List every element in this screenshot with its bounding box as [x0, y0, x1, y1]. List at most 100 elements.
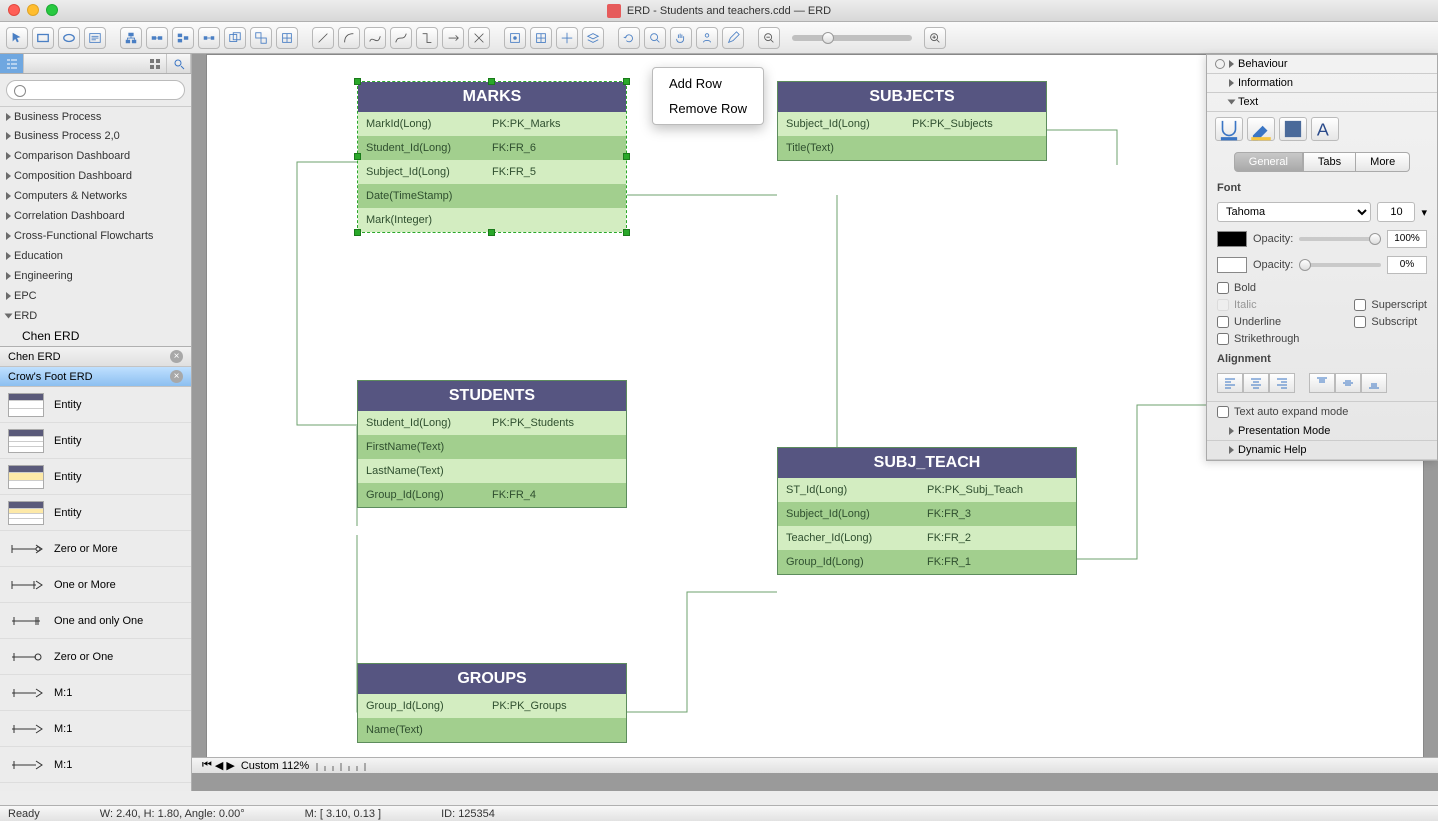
entity-students[interactable]: STUDENTS Student_Id(Long)PK:PK_Students … — [357, 380, 627, 508]
font-color-icon[interactable]: A — [1311, 117, 1339, 141]
shape-entity[interactable]: Entity — [0, 387, 191, 423]
chain-tool-icon[interactable] — [146, 27, 168, 49]
zoom-out-icon[interactable] — [758, 27, 780, 49]
valign-bottom-icon[interactable] — [1361, 373, 1387, 393]
shape-entity[interactable]: Entity — [0, 423, 191, 459]
menu-remove-row[interactable]: Remove Row — [653, 96, 763, 121]
search-tool-icon[interactable] — [644, 27, 666, 49]
section-information[interactable]: Information — [1207, 74, 1437, 93]
shape-connector[interactable]: Zero or More — [0, 531, 191, 567]
refresh-tool-icon[interactable] — [618, 27, 640, 49]
zoom-slider[interactable] — [792, 35, 912, 41]
minimize-icon[interactable] — [27, 4, 39, 16]
close-icon[interactable]: × — [170, 350, 183, 363]
bezier-tool-icon[interactable] — [390, 27, 412, 49]
stroke-opacity-slider[interactable] — [1299, 263, 1381, 267]
tree-item[interactable]: Business Process — [0, 106, 191, 126]
close-icon[interactable] — [8, 4, 20, 16]
italic-checkbox[interactable]: Italic — [1217, 299, 1299, 311]
tree-item[interactable]: Business Process 2,0 — [0, 126, 191, 146]
tree-item[interactable]: Education — [0, 246, 191, 266]
arc-tool-icon[interactable] — [338, 27, 360, 49]
highlight-icon[interactable] — [1247, 117, 1275, 141]
shape-connector[interactable]: One or More — [0, 567, 191, 603]
superscript-checkbox[interactable]: Superscript — [1354, 299, 1427, 311]
sidebar-tab-grid-icon[interactable] — [143, 54, 167, 73]
line-tool-icon[interactable] — [312, 27, 334, 49]
zoom-label[interactable]: Custom 112% — [235, 760, 315, 772]
fill-icon[interactable] — [1279, 117, 1307, 141]
tab-more[interactable]: More — [1356, 152, 1410, 172]
grid-tool-icon[interactable] — [530, 27, 552, 49]
sidebar-tab-tree-icon[interactable] — [0, 54, 24, 73]
tab-general[interactable]: General — [1234, 152, 1303, 172]
tree-item-erd[interactable]: ERD — [0, 306, 191, 326]
align-tool-icon[interactable] — [172, 27, 194, 49]
connector3-tool-icon[interactable] — [468, 27, 490, 49]
nav-next-icon[interactable]: ▶ — [226, 759, 234, 772]
group-tool-icon[interactable] — [224, 27, 246, 49]
underline-checkbox[interactable]: Underline — [1217, 316, 1299, 328]
stroke-swatch[interactable] — [1217, 257, 1247, 273]
entity-subj-teach[interactable]: SUBJ_TEACH ST_Id(Long)PK:PK_Subj_Teach S… — [777, 447, 1077, 575]
section-help[interactable]: Dynamic Help — [1207, 441, 1437, 460]
snap-tool-icon[interactable] — [504, 27, 526, 49]
font-size-input[interactable] — [1377, 202, 1415, 222]
tree-item[interactable]: Engineering — [0, 266, 191, 286]
align-right-icon[interactable] — [1269, 373, 1295, 393]
rect-tool-icon[interactable] — [32, 27, 54, 49]
shape-entity[interactable]: Entity — [0, 495, 191, 531]
connector-tool-icon[interactable] — [416, 27, 438, 49]
guide-tool-icon[interactable] — [556, 27, 578, 49]
ungroup-tool-icon[interactable] — [250, 27, 272, 49]
edit-tool-icon[interactable] — [722, 27, 744, 49]
valign-top-icon[interactable] — [1309, 373, 1335, 393]
tree-item[interactable]: Comparison Dashboard — [0, 146, 191, 166]
shape-connector[interactable]: M:1 — [0, 711, 191, 747]
ellipse-tool-icon[interactable] — [58, 27, 80, 49]
sidebar-tab-search-icon[interactable] — [167, 54, 191, 73]
tab-tabs[interactable]: Tabs — [1303, 152, 1356, 172]
tree-item[interactable]: Cross-Functional Flowcharts — [0, 226, 191, 246]
tree-tool-icon[interactable] — [120, 27, 142, 49]
align-left-icon[interactable] — [1217, 373, 1243, 393]
spline-tool-icon[interactable] — [364, 27, 386, 49]
tree-item[interactable]: EPC — [0, 286, 191, 306]
entity-marks[interactable]: MARKS MarkId(Long)PK:PK_Marks Student_Id… — [357, 81, 627, 233]
autoexpand-checkbox[interactable]: Text auto expand mode — [1217, 406, 1348, 418]
zoom-in-icon[interactable] — [924, 27, 946, 49]
zoom-icon[interactable] — [46, 4, 58, 16]
section-text[interactable]: Text — [1207, 93, 1437, 112]
valign-middle-icon[interactable] — [1335, 373, 1361, 393]
dropdown-icon[interactable]: ▾ — [1421, 206, 1427, 219]
text-tool-icon[interactable] — [84, 27, 106, 49]
pointer-tool-icon[interactable] — [6, 27, 28, 49]
connector2-tool-icon[interactable] — [442, 27, 464, 49]
align-center-icon[interactable] — [1243, 373, 1269, 393]
close-icon[interactable]: × — [170, 370, 183, 383]
person-tool-icon[interactable] — [696, 27, 718, 49]
section-presentation[interactable]: Presentation Mode — [1207, 422, 1437, 441]
tree-item[interactable]: Computers & Networks — [0, 186, 191, 206]
tree-item[interactable]: Composition Dashboard — [0, 166, 191, 186]
section-behaviour[interactable]: Behaviour — [1207, 55, 1437, 74]
shape-connector[interactable]: One and only One — [0, 603, 191, 639]
nav-prev-icon[interactable]: ◀ — [215, 759, 223, 772]
font-select[interactable]: Tahoma — [1217, 202, 1371, 222]
tree-item[interactable]: Correlation Dashboard — [0, 206, 191, 226]
shape-connector[interactable]: M:1 — [0, 675, 191, 711]
distribute-tool-icon[interactable] — [198, 27, 220, 49]
fill-opacity-slider[interactable] — [1299, 237, 1381, 241]
shape-entity[interactable]: Entity — [0, 459, 191, 495]
layers-tool-icon[interactable] — [582, 27, 604, 49]
lib-tab-crowsfoot[interactable]: Crow's Foot ERD× — [0, 367, 191, 387]
lib-tab-chen[interactable]: Chen ERD× — [0, 347, 191, 367]
entity-subjects[interactable]: SUBJECTS Subject_Id(Long)PK:PK_Subjects … — [777, 81, 1047, 161]
sidebar-search-input[interactable] — [6, 80, 185, 100]
bold-checkbox[interactable]: Bold — [1217, 282, 1299, 294]
entity-groups[interactable]: GROUPS Group_Id(Long)PK:PK_Groups Name(T… — [357, 663, 627, 743]
strike-checkbox[interactable]: Strikethrough — [1217, 333, 1299, 345]
arrange-tool-icon[interactable] — [276, 27, 298, 49]
menu-add-row[interactable]: Add Row — [653, 71, 763, 96]
shape-connector[interactable]: M:1 — [0, 747, 191, 783]
